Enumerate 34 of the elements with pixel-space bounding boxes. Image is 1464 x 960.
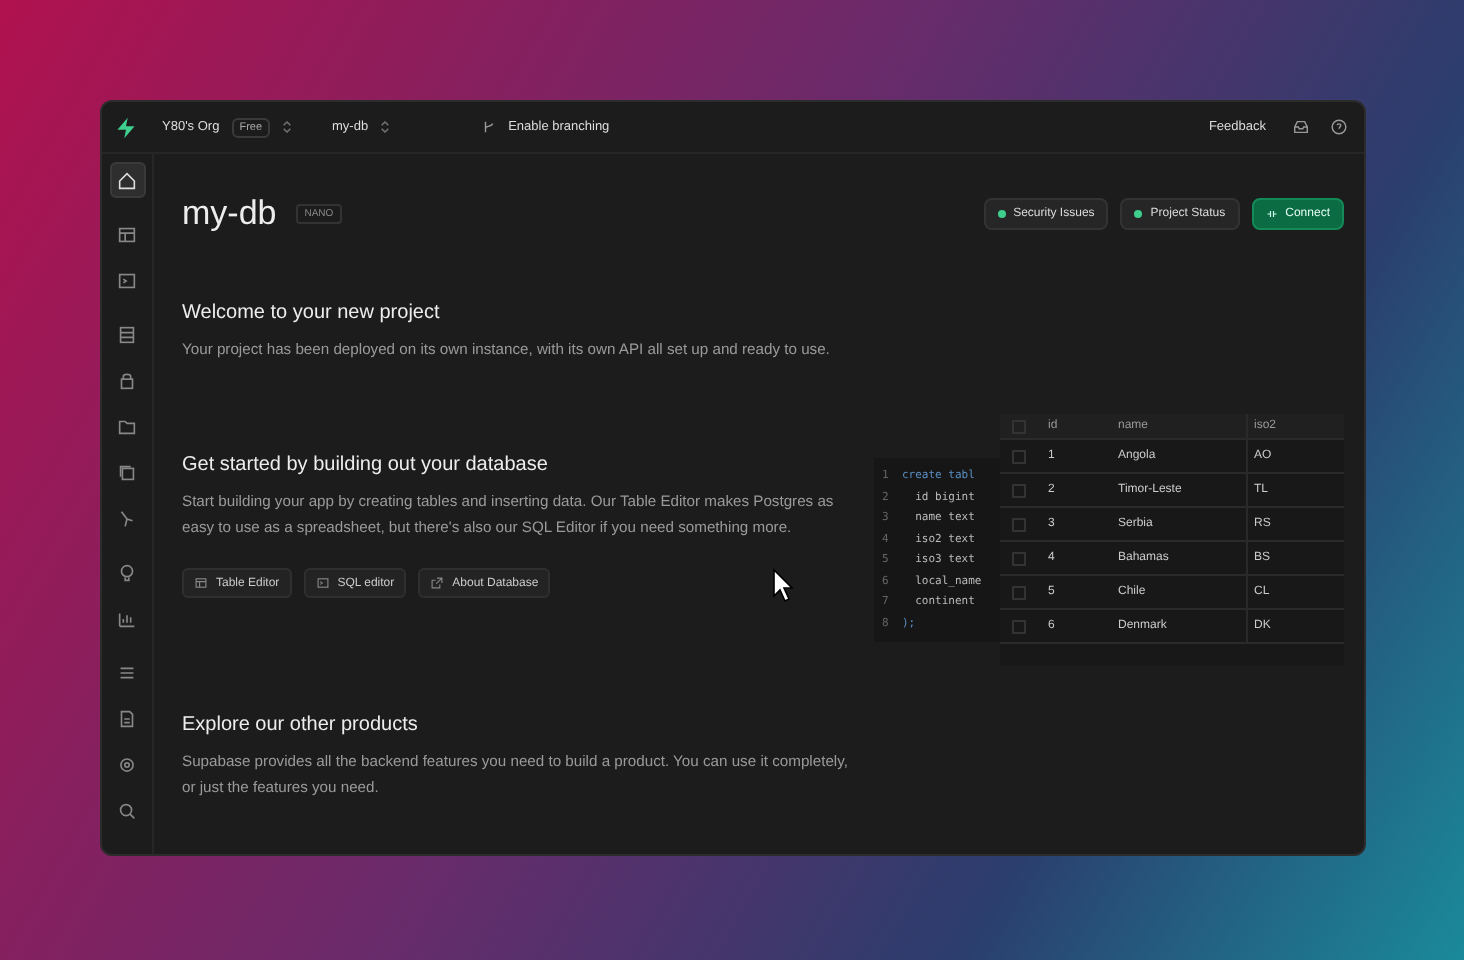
branch-icon — [116, 507, 138, 529]
checkbox[interactable] — [1012, 517, 1026, 531]
section-heading: Get started by building out your database — [182, 454, 550, 476]
checkbox[interactable] — [1012, 449, 1026, 463]
section-heading: Explore our other products — [182, 714, 420, 736]
lightbulb-icon — [116, 561, 138, 583]
chevron-icon[interactable] — [380, 120, 391, 134]
external-link-icon — [430, 576, 445, 590]
database-icon — [116, 323, 138, 345]
table-icon — [194, 576, 208, 590]
help-icon[interactable] — [1330, 118, 1348, 136]
terminal-icon — [315, 576, 330, 590]
lock-icon — [116, 369, 138, 391]
home-icon — [116, 169, 138, 191]
logo-icon[interactable] — [114, 115, 138, 139]
checkbox[interactable] — [1012, 551, 1026, 565]
stack-icon — [116, 461, 138, 483]
folder-icon — [116, 415, 138, 437]
checkbox[interactable] — [1012, 483, 1026, 497]
settings-icon — [116, 753, 138, 775]
inbox-icon[interactable] — [1292, 118, 1310, 136]
checkbox[interactable] — [1012, 585, 1026, 599]
chevron-icon[interactable] — [282, 120, 293, 134]
checkbox[interactable] — [1012, 619, 1026, 633]
document-icon — [116, 707, 138, 729]
mouse-cursor-icon — [772, 568, 796, 604]
search-icon — [116, 799, 138, 821]
plug-icon — [1265, 208, 1278, 220]
branch-icon — [482, 120, 497, 134]
project-title: my-db — [182, 194, 277, 234]
table-icon — [116, 223, 138, 245]
section-heading: Welcome to your new project — [182, 302, 442, 324]
terminal-icon — [116, 269, 138, 291]
sidebar-item[interactable] — [109, 162, 145, 198]
